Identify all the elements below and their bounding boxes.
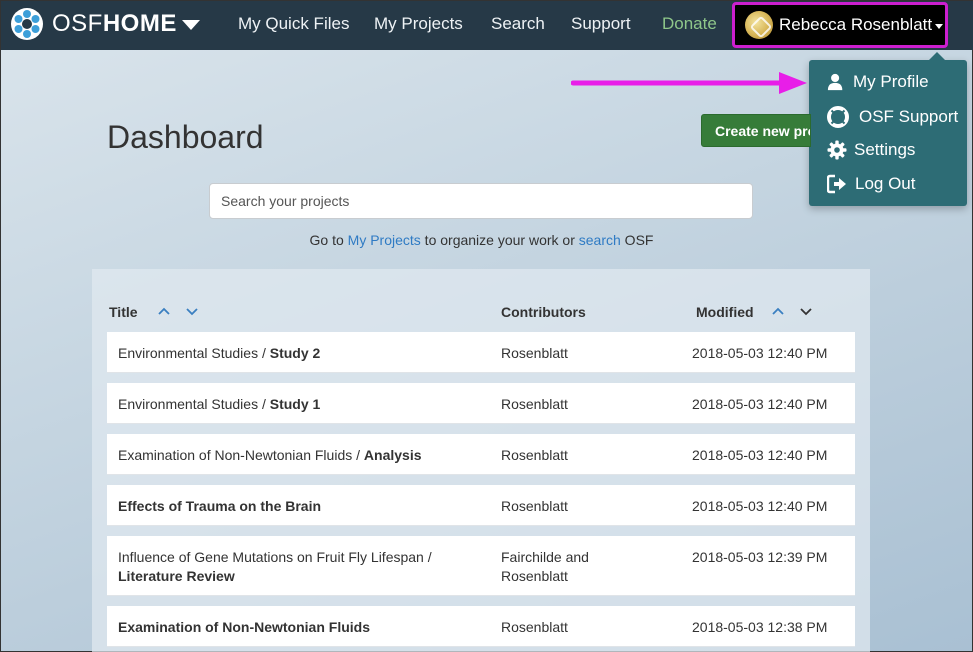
page-title: Dashboard: [107, 119, 264, 155]
project-search-input[interactable]: [209, 183, 753, 219]
brand-name-bold: HOME: [102, 10, 177, 37]
project-name: Examination of Non-Newtonian Fluids: [118, 619, 370, 635]
my-projects-link[interactable]: My Projects: [348, 232, 421, 248]
contributors-line: Fairchilde and: [501, 549, 589, 565]
menu-item-osf-support[interactable]: OSF Support: [827, 106, 958, 128]
user-dropdown-menu: My Profile OSF Support Settings Log Out: [809, 52, 967, 206]
helper-text: Go to My Projects to organize your work …: [1, 232, 962, 248]
table-row[interactable]: Examination of Non-Newtonian Fluids / An…: [107, 434, 855, 475]
project-name: Study 1: [269, 396, 321, 412]
project-name: Effects of Trauma on the Brain: [118, 498, 322, 514]
project-title[interactable]: Examination of Non-Newtonian Fluids / An…: [118, 446, 422, 465]
project-modified: 2018-05-03 12:40 PM: [692, 447, 828, 463]
osf-logo-icon: [11, 8, 43, 40]
project-contributors: Fairchilde and Rosenblatt: [501, 548, 589, 586]
project-title[interactable]: Environmental Studies / Study 2: [118, 344, 320, 363]
project-modified: 2018-05-03 12:38 PM: [692, 619, 828, 635]
user-name: Rebecca Rosenblatt: [779, 15, 933, 34]
project-parent: Influence of Gene Mutations on Fruit Fly…: [118, 549, 432, 565]
project-name: Study 2: [269, 345, 321, 361]
brand-name: OSFHOME: [52, 10, 177, 38]
nav-search[interactable]: Search: [491, 14, 545, 34]
helper-text-post: OSF: [620, 232, 654, 248]
project-parent: Environmental Studies /: [118, 396, 270, 412]
menu-item-my-profile[interactable]: My Profile: [827, 72, 929, 92]
annotation-arrow: [571, 72, 807, 94]
nav-donate[interactable]: Donate: [662, 14, 717, 34]
project-contributors: Rosenblatt: [501, 396, 568, 412]
project-parent: Environmental Studies /: [118, 345, 270, 361]
logout-icon: [827, 174, 846, 194]
sort-ascending-icon[interactable]: [157, 304, 171, 318]
project-name: Literature Review: [118, 568, 235, 584]
menu-item-label: OSF Support: [859, 107, 959, 126]
project-title[interactable]: Examination of Non-Newtonian Fluids: [118, 618, 370, 637]
search-link[interactable]: search: [579, 232, 621, 248]
menu-item-label: My Profile: [853, 72, 929, 91]
sort-descending-icon[interactable]: [799, 304, 813, 318]
table-row[interactable]: Examination of Non-Newtonian Fluids Rose…: [107, 606, 855, 647]
helper-text-pre: Go to: [309, 232, 348, 248]
helper-text-mid: to organize your work or: [420, 232, 579, 248]
project-contributors: Rosenblatt: [501, 498, 568, 514]
lifebuoy-icon: [827, 106, 849, 128]
user-menu-toggle[interactable]: Rebecca Rosenblatt: [732, 2, 948, 48]
brand-name-thin: OSF: [52, 10, 103, 37]
project-title[interactable]: Effects of Trauma on the Brain: [118, 497, 321, 516]
table-row[interactable]: Environmental Studies / Study 1 Rosenbla…: [107, 383, 855, 424]
column-header-modified: Modified: [696, 304, 754, 320]
project-modified: 2018-05-03 12:39 PM: [692, 549, 828, 565]
caret-down-icon: [935, 23, 944, 29]
project-modified: 2018-05-03 12:40 PM: [692, 345, 828, 361]
project-parent: Examination of Non-Newtonian Fluids /: [118, 447, 364, 463]
avatar: [745, 11, 773, 39]
project-modified: 2018-05-03 12:40 PM: [692, 396, 828, 412]
project-title[interactable]: Influence of Gene Mutations on Fruit Fly…: [118, 548, 478, 586]
gear-icon: [827, 140, 847, 160]
project-title[interactable]: Environmental Studies / Study 1: [118, 395, 320, 414]
create-new-project-button[interactable]: Create new project: [701, 114, 811, 147]
navbar: OSFHOME My Quick Files My Projects Searc…: [1, 1, 973, 50]
project-contributors: Rosenblatt: [501, 447, 568, 463]
nav-support[interactable]: Support: [571, 14, 631, 34]
user-icon: [827, 73, 843, 91]
menu-item-log-out[interactable]: Log Out: [827, 174, 916, 194]
project-contributors: Rosenblatt: [501, 345, 568, 361]
nav-my-quick-files[interactable]: My Quick Files: [238, 14, 349, 34]
caret-down-icon: [181, 20, 200, 30]
project-name: Analysis: [363, 447, 422, 463]
osf-home-brand[interactable]: OSFHOME: [10, 7, 200, 41]
sort-ascending-icon[interactable]: [771, 304, 785, 318]
contributors-line: Rosenblatt: [501, 568, 568, 584]
sort-descending-icon[interactable]: [185, 304, 199, 318]
table-row[interactable]: Environmental Studies / Study 2 Rosenbla…: [107, 332, 855, 373]
menu-item-settings[interactable]: Settings: [827, 140, 915, 160]
column-header-contributors: Contributors: [501, 304, 586, 320]
project-contributors: Rosenblatt: [501, 619, 568, 635]
nav-my-projects[interactable]: My Projects: [374, 14, 463, 34]
table-row[interactable]: Influence of Gene Mutations on Fruit Fly…: [107, 536, 855, 596]
menu-item-label: Log Out: [855, 174, 916, 193]
menu-item-label: Settings: [854, 140, 916, 159]
table-row[interactable]: Effects of Trauma on the Brain Rosenblat…: [107, 485, 855, 526]
column-header-title: Title: [109, 304, 138, 320]
project-modified: 2018-05-03 12:40 PM: [692, 498, 828, 514]
